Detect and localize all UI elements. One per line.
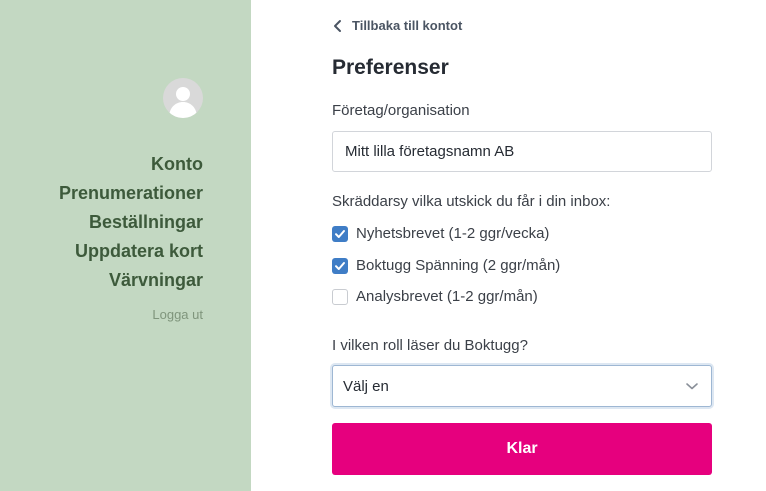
- check-icon: [335, 229, 345, 238]
- company-input[interactable]: [332, 131, 712, 172]
- role-label: I vilken roll läser du Boktugg?: [332, 337, 528, 354]
- user-silhouette-icon: [169, 87, 197, 118]
- avatar: [163, 78, 203, 118]
- role-select-value: Välj en: [343, 377, 389, 395]
- newsletter-option-label: Analysbrevet (1-2 ggr/mån): [356, 288, 538, 305]
- newsletter-option-boktugg-spanning[interactable]: Boktugg Spänning (2 ggr/mån): [332, 257, 560, 274]
- role-select[interactable]: Välj en: [332, 365, 712, 407]
- check-icon: [335, 261, 345, 270]
- nav-item-uppdatera-kort[interactable]: Uppdatera kort: [59, 237, 203, 266]
- back-link[interactable]: Tillbaka till kontot: [332, 18, 462, 33]
- chevron-down-icon: [686, 383, 698, 390]
- nav-item-varvningar[interactable]: Värvningar: [59, 266, 203, 295]
- logout-link[interactable]: Logga ut: [152, 307, 203, 322]
- newsletter-option-nyhetsbrevet[interactable]: Nyhetsbrevet (1-2 ggr/vecka): [332, 225, 549, 242]
- page-title: Preferenser: [332, 56, 449, 79]
- newsletter-option-analysbrevet[interactable]: Analysbrevet (1-2 ggr/mån): [332, 288, 538, 305]
- newsletter-option-label: Boktugg Spänning (2 ggr/mån): [356, 257, 561, 274]
- company-label: Företag/organisation: [332, 102, 470, 119]
- nav-item-prenumerationer[interactable]: Prenumerationer: [59, 179, 203, 208]
- nav-item-konto[interactable]: Konto: [59, 150, 203, 179]
- sidebar: Konto Prenumerationer Beställningar Uppd…: [0, 0, 251, 491]
- account-nav: Konto Prenumerationer Beställningar Uppd…: [59, 150, 203, 295]
- newsletter-prompt: Skräddarsy vilka utskick du får i din in…: [332, 193, 611, 210]
- nav-item-bestallningar[interactable]: Beställningar: [59, 208, 203, 237]
- checkbox-checked[interactable]: [332, 257, 348, 274]
- checkbox-unchecked[interactable]: [332, 288, 348, 305]
- checkbox-checked[interactable]: [332, 225, 348, 242]
- back-link-label: Tillbaka till kontot: [352, 18, 463, 33]
- chevron-left-icon: [334, 19, 341, 32]
- submit-button[interactable]: Klar: [332, 423, 712, 475]
- newsletter-option-label: Nyhetsbrevet (1-2 ggr/vecka): [356, 225, 550, 242]
